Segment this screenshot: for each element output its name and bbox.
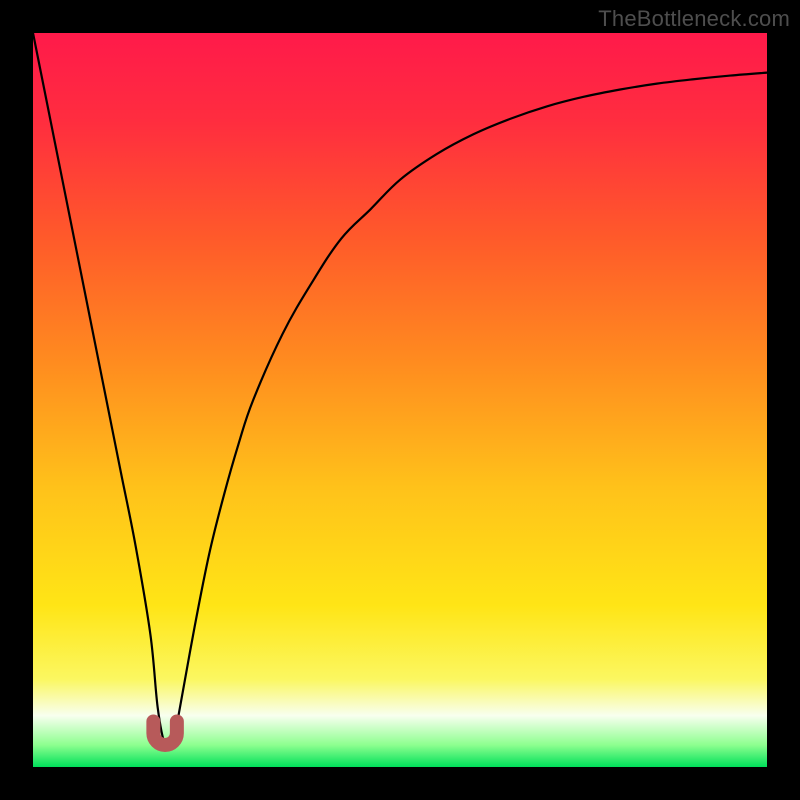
watermark-text: TheBottleneck.com — [598, 6, 790, 32]
chart-frame: TheBottleneck.com — [0, 0, 800, 800]
chart-plot-area — [33, 33, 767, 767]
chart-svg — [33, 33, 767, 767]
gradient-background — [33, 33, 767, 767]
